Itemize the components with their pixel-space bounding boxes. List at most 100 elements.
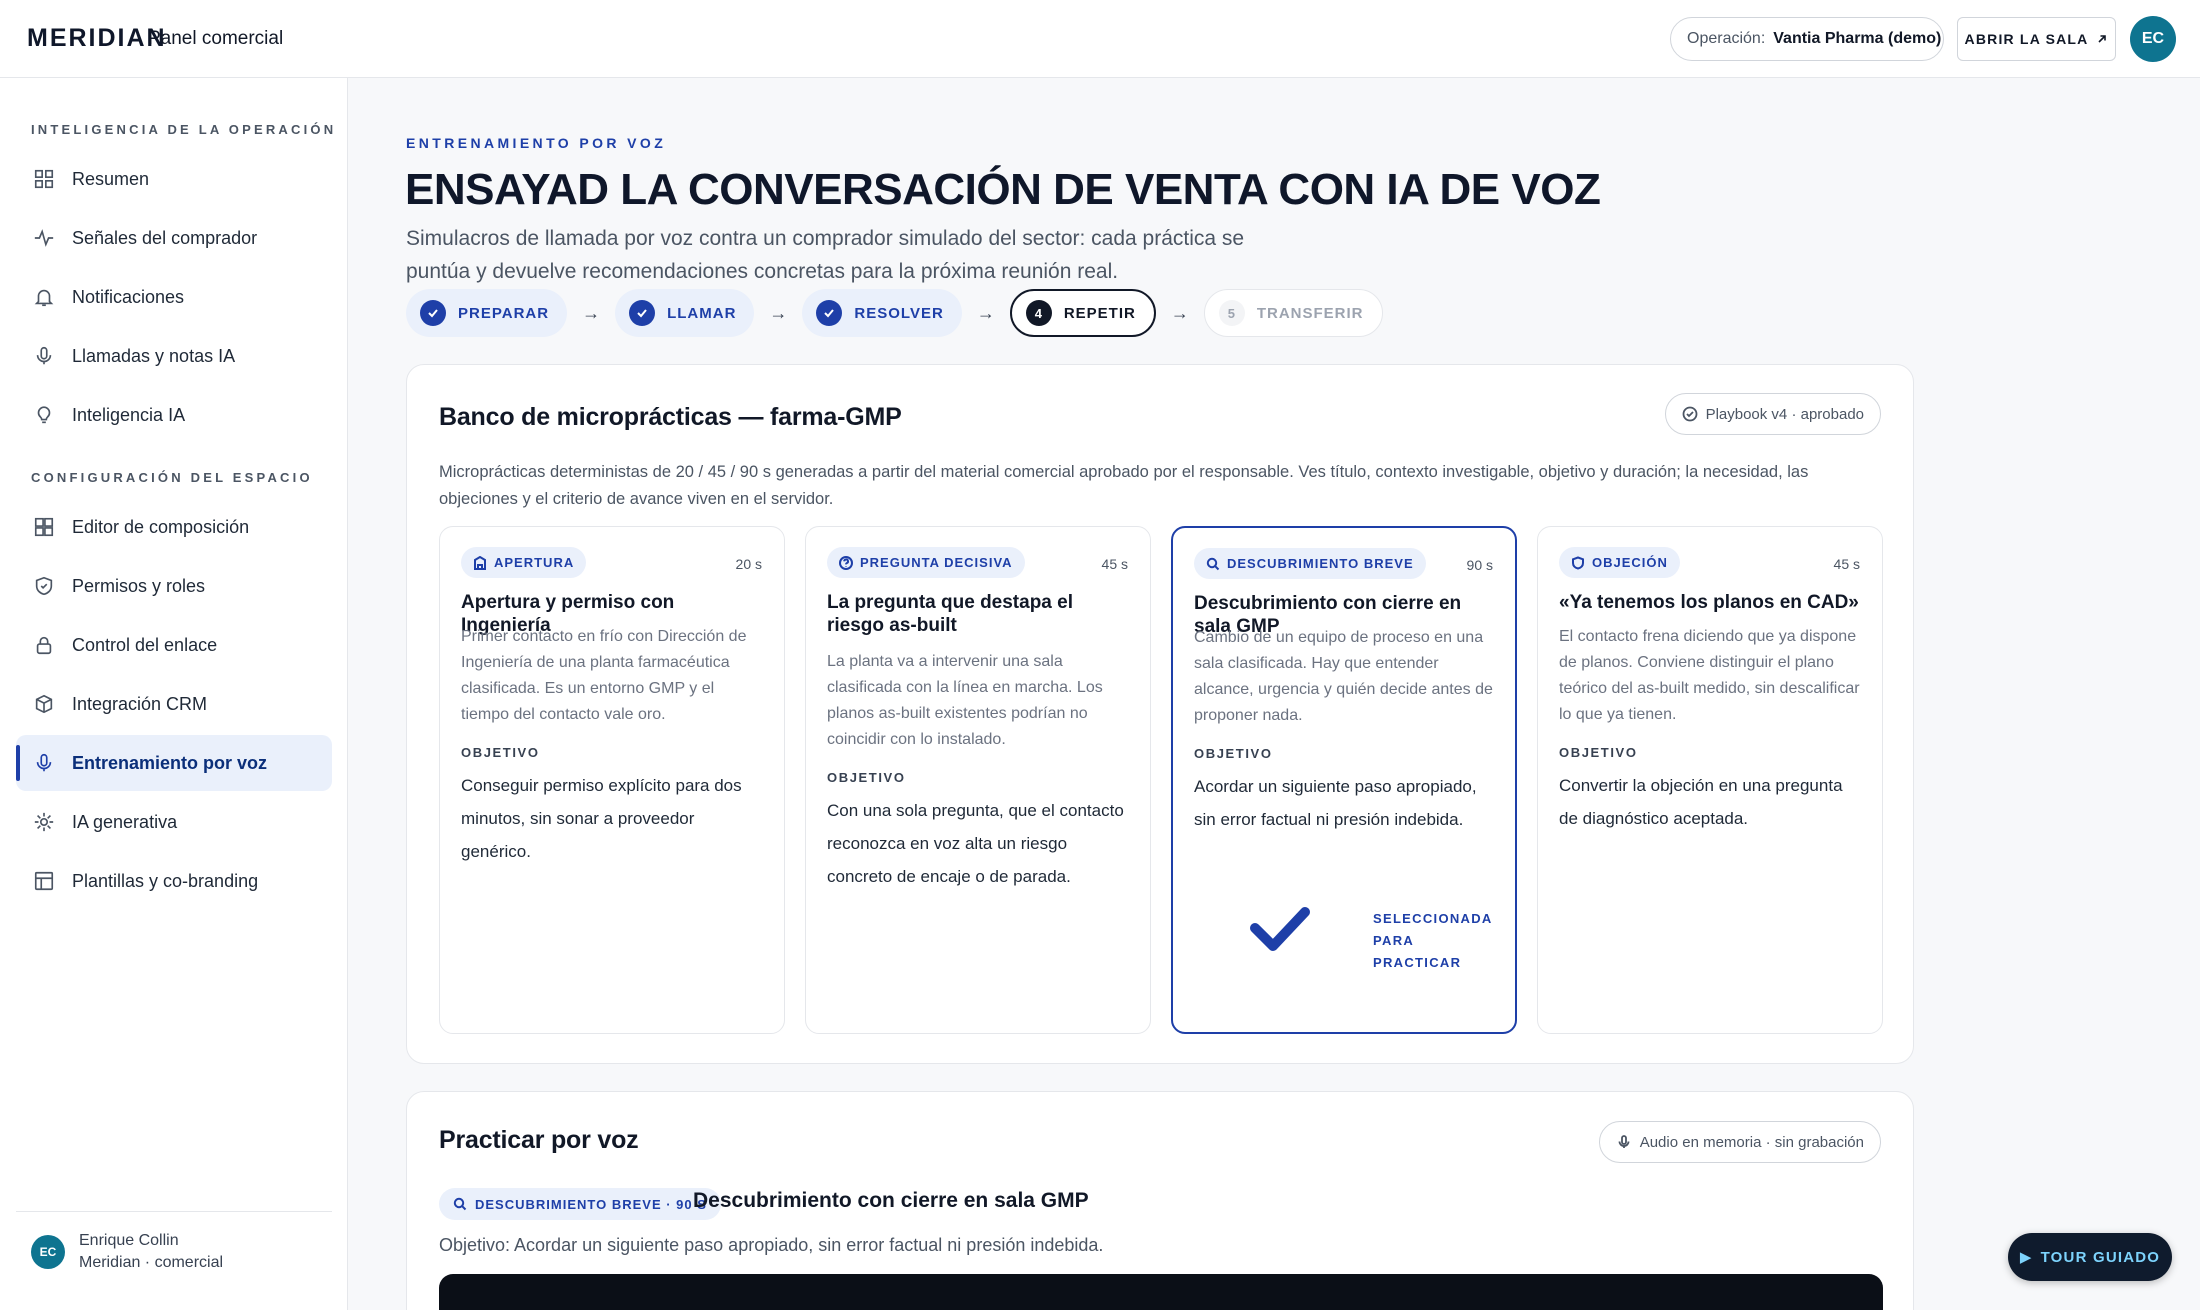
practice-card-descubrimiento[interactable]: DESCUBRIMIENTO BREVE 90 s Descubrimiento… <box>1171 526 1517 1034</box>
audio-privacy-badge: Audio en memoria · sin grabación <box>1598 1121 1881 1163</box>
sidebar-item-label: IA generativa <box>72 811 178 832</box>
check-icon <box>816 300 843 326</box>
arrow-right-icon: → <box>769 302 788 323</box>
step-label: PREPARAR <box>458 304 550 322</box>
arrow-right-icon: → <box>976 302 995 323</box>
lock-icon <box>32 633 56 657</box>
objective-label: OBJETIVO <box>1194 746 1273 761</box>
progress-stepper: PREPARAR → LLAMAR → RESOLVER → 4 REPETIR… <box>406 289 1383 337</box>
sidebar-item-plantillas[interactable]: Plantillas y co-branding <box>16 853 332 909</box>
sidebar-item-inteligencia[interactable]: Inteligencia IA <box>16 387 332 443</box>
microphone-icon <box>32 751 56 775</box>
step-resolver[interactable]: RESOLVER <box>802 289 962 337</box>
bank-description: Microprácticas deterministas de 20 / 45 … <box>439 463 1809 508</box>
sidebar-item-label: Integración CRM <box>72 693 208 714</box>
sidebar-item-label: Resumen <box>72 168 150 189</box>
objective-label: OBJETIVO <box>827 770 906 785</box>
sidebar-item-ia-generativa[interactable]: IA generativa <box>16 794 332 850</box>
step-number: 5 <box>1218 300 1245 326</box>
user-avatar[interactable]: EC <box>2130 16 2176 62</box>
objective-label: OBJETIVO <box>1559 745 1638 760</box>
step-repetir[interactable]: 4 REPETIR <box>1009 289 1156 337</box>
lightbulb-icon <box>32 403 56 427</box>
grid-icon <box>32 167 56 191</box>
shield-icon <box>32 574 56 598</box>
sidebar-item-label: Llamadas y notas IA <box>72 345 236 366</box>
selected-label-line: PARA PRACTICAR <box>1373 933 1462 970</box>
user-profile[interactable]: EC Enrique Collin Meridian · comercial <box>31 1230 223 1274</box>
practice-title: Practicar por voz <box>439 1126 639 1154</box>
practice-bank-panel: Banco de microprácticas — farma-GMP Play… <box>406 364 1914 1064</box>
sidebar-item-crm[interactable]: Integración CRM <box>16 676 332 732</box>
user-info: Enrique Collin Meridian · comercial <box>79 1230 223 1274</box>
building-icon <box>474 555 486 570</box>
card-tag: DESCUBRIMIENTO BREVE <box>1194 548 1426 579</box>
card-objective: Con una sola pregunta, que el contacto r… <box>827 801 1124 886</box>
voice-practice-panel: Practicar por voz Audio en memoria · sin… <box>406 1091 1914 1310</box>
step-preparar[interactable]: PREPARAR <box>406 289 568 337</box>
sidebar: INTELIGENCIA DE LA OPERACIÓN Resumen Señ… <box>0 78 348 1310</box>
step-llamar[interactable]: LLAMAR <box>615 289 755 337</box>
guided-tour-button[interactable]: ▶ TOUR GUIADO <box>2008 1233 2172 1281</box>
voice-session-bar[interactable] <box>439 1274 1883 1310</box>
selected-check-icon <box>1250 907 1310 951</box>
sidebar-item-senales[interactable]: Señales del comprador <box>16 210 332 266</box>
sidebar-item-label: Permisos y roles <box>72 575 206 596</box>
question-icon <box>839 555 853 570</box>
external-arrow-icon <box>2098 35 2107 43</box>
card-duration: 45 s <box>1833 556 1860 572</box>
arrow-right-icon: → <box>1170 302 1189 323</box>
card-context: Cambio de un equipo de proceso en una sa… <box>1194 629 1493 724</box>
bank-title: Banco de microprácticas — farma-GMP <box>439 403 902 431</box>
card-tag-label: PREGUNTA DECISIVA <box>860 555 1013 570</box>
brand-logo[interactable]: MERIDIAN <box>27 24 167 53</box>
shield-icon <box>1572 555 1584 570</box>
cube-icon <box>32 692 56 716</box>
sidebar-item-label: Plantillas y co-branding <box>72 870 259 891</box>
step-transferir[interactable]: 5 TRANSFERIR <box>1203 289 1383 337</box>
sidebar-item-permisos[interactable]: Permisos y roles <box>16 558 332 614</box>
operation-value: Vantia Pharma (demo) <box>1773 30 1942 47</box>
check-icon <box>629 300 656 326</box>
sidebar-item-label: Editor de composición <box>72 516 250 537</box>
card-title: La pregunta que destapa el riesgo as-bui… <box>827 592 1073 636</box>
microphone-icon <box>1618 1135 1630 1148</box>
sidebar-item-notificaciones[interactable]: Notificaciones <box>16 269 332 325</box>
playbook-badge[interactable]: Playbook v4 · aprobado <box>1664 393 1881 435</box>
card-context: Primer contacto en frío con Dirección de… <box>461 628 747 723</box>
operation-label: Operación: <box>1687 30 1766 47</box>
sidebar-section-title: INTELIGENCIA DE LA OPERACIÓN <box>31 122 337 137</box>
sparkle-icon <box>32 810 56 834</box>
practice-card-pregunta[interactable]: PREGUNTA DECISIVA 45 s La pregunta que d… <box>805 526 1151 1034</box>
selected-label: SELECCIONADA PARA PRACTICAR <box>1373 908 1493 974</box>
sidebar-item-label: Señales del comprador <box>72 227 258 248</box>
sidebar-item-entrenamiento[interactable]: Entrenamiento por voz <box>16 735 332 791</box>
card-tag-label: DESCUBRIMIENTO BREVE <box>1227 556 1414 571</box>
practice-topic-tag: DESCUBRIMIENTO BREVE · 90 S <box>439 1188 721 1220</box>
card-tag-label: OBJECIÓN <box>1592 555 1668 570</box>
practice-card-apertura[interactable]: APERTURA 20 s Apertura y permiso con Ing… <box>439 526 785 1034</box>
card-tag: APERTURA <box>461 547 587 578</box>
operation-selector[interactable]: Operación: Vantia Pharma (demo) <box>1670 17 1944 61</box>
sidebar-item-editor[interactable]: Editor de composición <box>16 499 332 555</box>
card-context: El contacto frena diciendo que ya dispon… <box>1559 628 1860 723</box>
step-label: TRANSFERIR <box>1256 304 1364 322</box>
user-role: Meridian · comercial <box>79 1254 224 1271</box>
card-objective: Conseguir permiso explícito para dos min… <box>461 776 742 861</box>
open-room-button[interactable]: ABRIR LA SALA <box>1957 17 2116 61</box>
page-title: ENSAYAD LA CONVERSACIÓN DE VENTA CON IA … <box>405 165 1601 214</box>
sidebar-item-label: Notificaciones <box>72 286 185 307</box>
arrow-right-icon: → <box>582 302 601 323</box>
sidebar-item-resumen[interactable]: Resumen <box>16 151 332 207</box>
pulse-icon <box>32 226 56 250</box>
open-room-label: ABRIR LA SALA <box>1964 31 2089 47</box>
card-title: «Ya tenemos los planos en CAD» <box>1559 592 1859 613</box>
sidebar-divider <box>16 1211 332 1212</box>
card-tag-label: APERTURA <box>494 555 575 570</box>
practice-card-objecion[interactable]: OBJECIÓN 45 s «Ya tenemos los planos en … <box>1537 526 1883 1034</box>
user-avatar-small: EC <box>31 1235 65 1269</box>
card-objective: Acordar un siguiente paso apropiado, sin… <box>1194 777 1477 829</box>
sidebar-item-llamadas[interactable]: Llamadas y notas IA <box>16 328 332 384</box>
sidebar-item-enlace[interactable]: Control del enlace <box>16 617 332 673</box>
sidebar-section-title: CONFIGURACIÓN DEL ESPACIO <box>31 470 313 485</box>
